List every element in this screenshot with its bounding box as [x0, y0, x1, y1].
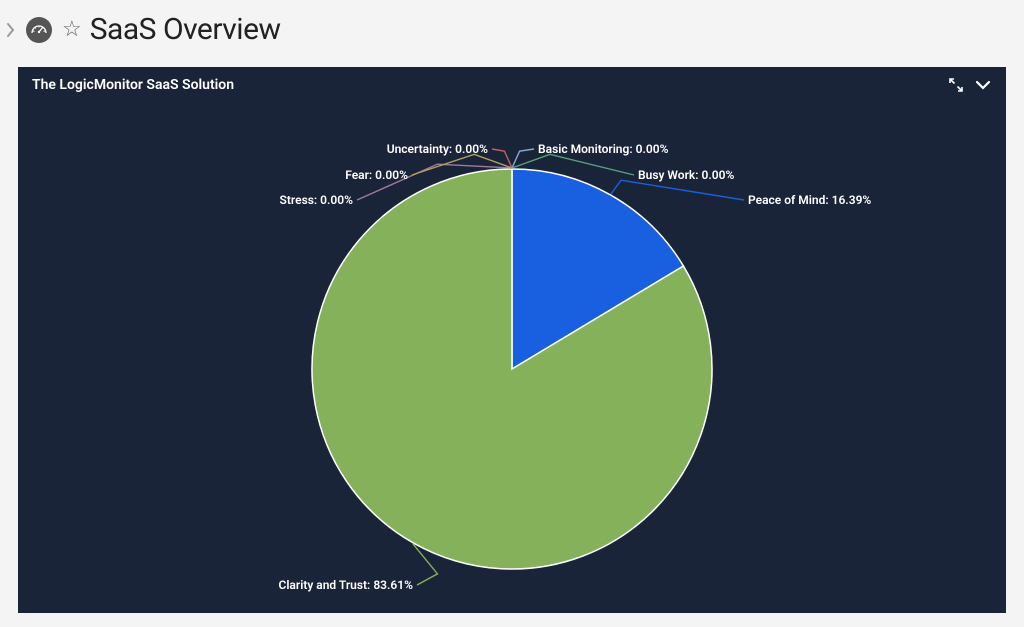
panel-header: The LogicMonitor SaaS Solution — [18, 67, 1006, 99]
page-header: ☆ SaaS Overview — [0, 0, 1024, 59]
leader-line — [512, 149, 534, 168]
leader-line — [492, 149, 512, 168]
sidebar-expand-handle[interactable] — [4, 13, 18, 47]
chart-panel: The LogicMonitor SaaS Solution Peace of … — [18, 67, 1006, 613]
pie-label: Peace of Mind: 16.39% — [748, 193, 871, 207]
pie-label: Fear: 0.00% — [345, 168, 408, 182]
pie-chart: Peace of Mind: 16.39% Clarity and Trust: … — [18, 99, 1006, 599]
panel-controls — [948, 77, 992, 93]
pie-label: Uncertainty: 0.00% — [387, 142, 488, 156]
page-title: SaaS Overview — [90, 12, 281, 47]
dashboard-gauge-icon — [26, 17, 52, 43]
chevron-down-icon[interactable] — [974, 78, 992, 92]
pie-label: Stress: 0.00% — [280, 193, 354, 207]
pie-label: Busy Work: 0.00% — [638, 168, 734, 182]
pie-label: Basic Monitoring: 0.00% — [538, 142, 669, 156]
panel-title: The LogicMonitor SaaS Solution — [32, 77, 234, 93]
pie-label: Clarity and Trust: 83.61% — [278, 578, 413, 592]
fullscreen-icon[interactable] — [948, 77, 964, 93]
leader-line — [611, 180, 744, 200]
favorite-star-icon[interactable]: ☆ — [62, 19, 82, 41]
